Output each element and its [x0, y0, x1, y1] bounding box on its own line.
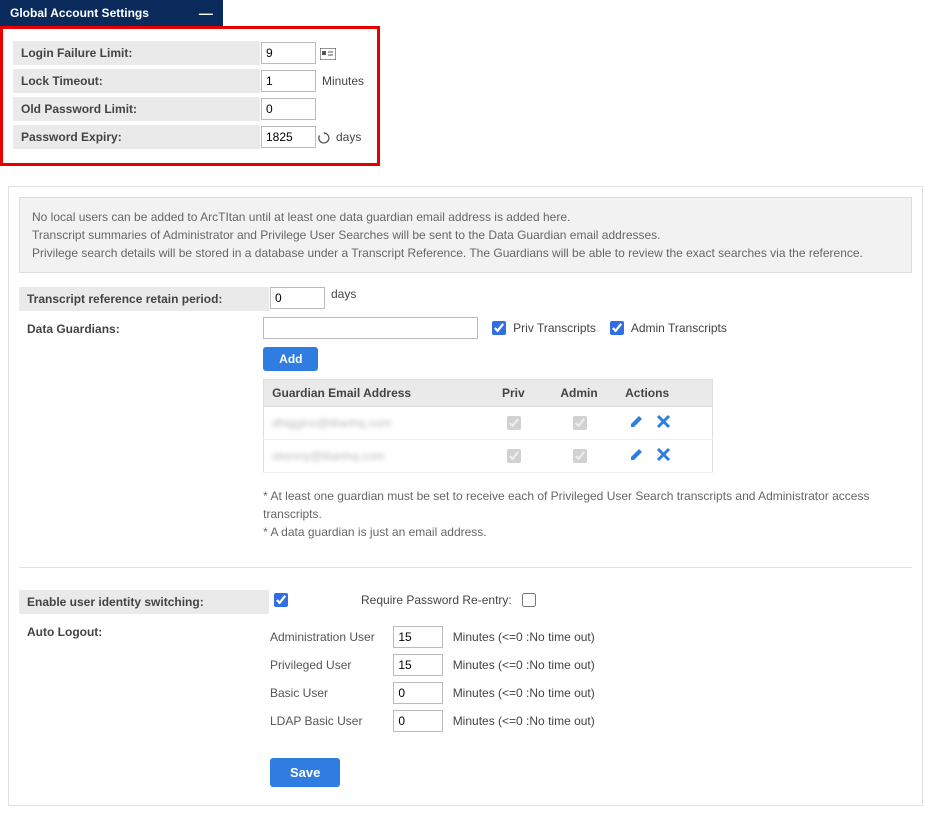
login-failure-input[interactable] — [261, 42, 316, 64]
table-row: dhiggins@titanhq.com — [264, 407, 713, 440]
guardian-email-input[interactable] — [263, 317, 478, 339]
timeout-input-admin[interactable] — [393, 626, 443, 648]
row-priv-checkbox — [507, 449, 521, 463]
guardians-row: Data Guardians: Priv Transcripts Admin T… — [19, 317, 912, 541]
guardian-footnote: * At least one guardian must be set to r… — [263, 487, 912, 541]
footnote-line-1: * At least one guardian must be set to r… — [263, 487, 912, 523]
edit-icon[interactable] — [629, 446, 645, 466]
section-title: Global Account Settings — [10, 6, 149, 20]
auto-logout-section: Auto Logout: Administration User Minutes… — [19, 620, 912, 738]
timeout-hint: Minutes (<=0 :No time out) — [453, 686, 595, 700]
require-pw-label: Require Password Re-entry: — [361, 593, 512, 607]
priv-transcripts-wrap[interactable]: Priv Transcripts — [488, 318, 596, 338]
table-row: skenny@titanhq.com — [264, 440, 713, 473]
delete-icon[interactable] — [656, 447, 671, 466]
lock-timeout-row: Lock Timeout: Minutes — [13, 69, 367, 93]
th-priv: Priv — [486, 380, 541, 407]
lock-timeout-input[interactable] — [261, 70, 316, 92]
timeout-hint: Minutes (<=0 :No time out) — [453, 630, 595, 644]
priv-transcripts-label: Priv Transcripts — [513, 321, 596, 335]
add-button[interactable]: Add — [263, 347, 318, 371]
transcript-retain-row: Transcript reference retain period: days — [19, 287, 912, 311]
timeout-row-priv: Privileged User Minutes (<=0 :No time ou… — [270, 654, 595, 676]
footnote-line-2: * A data guardian is just an email addre… — [263, 523, 912, 541]
timeout-row-admin: Administration User Minutes (<=0 :No tim… — [270, 626, 595, 648]
login-failure-row: Login Failure Limit: — [13, 41, 367, 65]
priv-transcripts-checkbox[interactable] — [492, 321, 506, 335]
timeout-row-ldap: LDAP Basic User Minutes (<=0 :No time ou… — [270, 710, 595, 732]
th-email: Guardian Email Address — [264, 380, 486, 407]
identity-row: Enable user identity switching: Require … — [19, 590, 912, 614]
timeout-input-ldap[interactable] — [393, 710, 443, 732]
lock-timeout-label: Lock Timeout: — [13, 69, 261, 93]
timeout-label-basic: Basic User — [270, 686, 390, 700]
timeout-label-priv: Privileged User — [270, 658, 390, 672]
guardian-table: Guardian Email Address Priv Admin Action… — [263, 379, 713, 473]
login-failure-label: Login Failure Limit: — [13, 41, 261, 65]
require-pw-checkbox[interactable] — [522, 593, 536, 607]
guardians-label: Data Guardians: — [19, 317, 263, 341]
row-admin-checkbox — [573, 416, 587, 430]
lock-timeout-unit: Minutes — [322, 74, 364, 88]
transcript-retain-unit: days — [331, 287, 356, 301]
admin-transcripts-label: Admin Transcripts — [631, 321, 727, 335]
admin-transcripts-checkbox[interactable] — [610, 321, 624, 335]
password-expiry-label: Password Expiry: — [13, 125, 261, 149]
timeout-hint: Minutes (<=0 :No time out) — [453, 658, 595, 672]
info-line-3: Privilege search details will be stored … — [32, 244, 899, 262]
password-expiry-input[interactable] — [261, 126, 316, 148]
enable-identity-checkbox[interactable] — [274, 593, 288, 607]
row-admin-checkbox — [573, 449, 587, 463]
transcript-retain-input[interactable] — [270, 287, 325, 309]
info-line-2: Transcript summaries of Administrator an… — [32, 226, 899, 244]
info-line-1: No local users can be added to ArcTItan … — [32, 208, 899, 226]
highlighted-settings-box: Login Failure Limit: Lock Timeout: Minut… — [0, 26, 380, 166]
password-expiry-row: Password Expiry: days — [13, 125, 367, 149]
divider — [19, 567, 912, 568]
timeout-hint: Minutes (<=0 :No time out) — [453, 714, 595, 728]
info-box: No local users can be added to ArcTItan … — [19, 197, 912, 273]
main-panel: No local users can be added to ArcTItan … — [8, 186, 923, 806]
auto-logout-label: Auto Logout: — [19, 620, 270, 644]
delete-icon[interactable] — [656, 414, 671, 433]
timeout-label-admin: Administration User — [270, 630, 390, 644]
transcript-retain-label: Transcript reference retain period: — [19, 287, 270, 311]
refresh-icon[interactable] — [318, 130, 330, 144]
admin-transcripts-wrap[interactable]: Admin Transcripts — [606, 318, 727, 338]
old-password-row: Old Password Limit: — [13, 97, 367, 121]
old-password-input[interactable] — [261, 98, 316, 120]
th-admin: Admin — [541, 380, 617, 407]
timeout-label-ldap: LDAP Basic User — [270, 714, 390, 728]
row-priv-checkbox — [507, 416, 521, 430]
enable-identity-label: Enable user identity switching: — [19, 590, 270, 614]
id-card-icon — [320, 46, 336, 60]
timeout-row-basic: Basic User Minutes (<=0 :No time out) — [270, 682, 595, 704]
timeout-input-priv[interactable] — [393, 654, 443, 676]
password-expiry-unit: days — [336, 130, 361, 144]
collapse-icon[interactable]: — — [199, 6, 213, 20]
section-header: Global Account Settings — — [0, 0, 223, 26]
save-button[interactable]: Save — [270, 758, 340, 787]
old-password-label: Old Password Limit: — [13, 97, 261, 121]
timeout-input-basic[interactable] — [393, 682, 443, 704]
guardian-email-cell: skenny@titanhq.com — [272, 449, 384, 463]
edit-icon[interactable] — [629, 413, 645, 433]
th-actions: Actions — [617, 380, 713, 407]
guardian-email-cell: dhiggins@titanhq.com — [272, 416, 391, 430]
